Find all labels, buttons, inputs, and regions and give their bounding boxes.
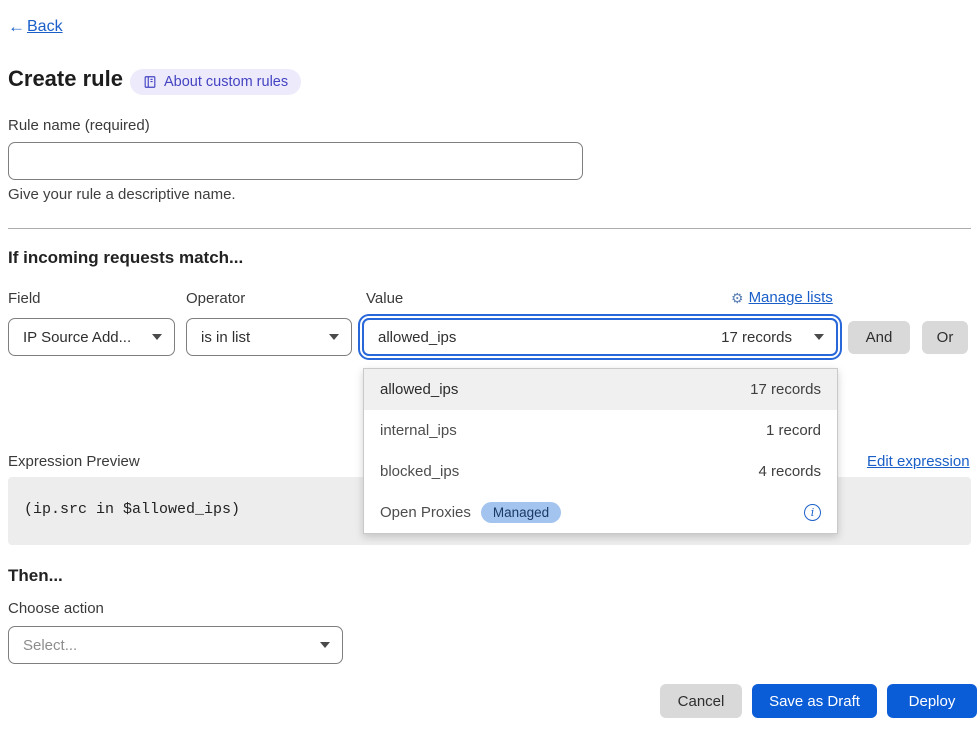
create-rule-page: ← Back Create rule About custom rules Ru…: [0, 0, 979, 739]
choose-action-label: Choose action: [8, 600, 104, 617]
field-select-value: IP Source Add...: [23, 329, 131, 346]
field-select[interactable]: IP Source Add...: [8, 318, 175, 356]
dropdown-option-open-proxies[interactable]: Open Proxies Managed i: [364, 492, 837, 533]
edit-expression-link[interactable]: Edit expression: [867, 453, 970, 470]
option-records: 4 records: [758, 463, 821, 480]
chevron-down-icon: [329, 334, 339, 340]
dropdown-option-allowed-ips[interactable]: allowed_ips 17 records: [364, 369, 837, 410]
back-link[interactable]: ← Back: [8, 17, 63, 37]
expression-preview-label: Expression Preview: [8, 453, 140, 470]
value-select[interactable]: allowed_ips 17 records: [362, 318, 838, 356]
field-label: Field: [8, 290, 41, 307]
back-label: Back: [27, 18, 63, 36]
deploy-button[interactable]: Deploy: [887, 684, 977, 718]
chevron-down-icon: [152, 334, 162, 340]
action-select-placeholder: Select...: [23, 637, 77, 654]
dropdown-option-internal-ips[interactable]: internal_ips 1 record: [364, 410, 837, 451]
operator-select[interactable]: is in list: [186, 318, 352, 356]
option-records: 17 records: [750, 381, 821, 398]
option-records: 1 record: [766, 422, 821, 439]
action-select[interactable]: Select...: [8, 626, 343, 664]
value-select-value: allowed_ips: [378, 329, 456, 346]
rule-name-input[interactable]: [8, 142, 583, 180]
about-custom-rules-label: About custom rules: [164, 74, 288, 90]
managed-badge: Managed: [481, 502, 561, 523]
value-dropdown-panel: allowed_ips 17 records internal_ips 1 re…: [363, 368, 838, 534]
option-name: blocked_ips: [380, 463, 459, 480]
rule-name-label: Rule name (required): [8, 117, 150, 134]
info-icon[interactable]: i: [804, 504, 821, 521]
value-label: Value: [366, 290, 403, 307]
cancel-button[interactable]: Cancel: [660, 684, 742, 718]
option-name: Open Proxies: [380, 504, 471, 521]
and-button[interactable]: And: [848, 321, 910, 354]
operator-label: Operator: [186, 290, 245, 307]
option-name: allowed_ips: [380, 381, 458, 398]
operator-select-value: is in list: [201, 329, 250, 346]
page-title: Create rule: [8, 66, 123, 92]
about-custom-rules-link[interactable]: About custom rules: [130, 69, 301, 95]
save-as-draft-button[interactable]: Save as Draft: [752, 684, 877, 718]
then-section-heading: Then...: [8, 566, 63, 586]
chevron-down-icon: [320, 642, 330, 648]
dropdown-option-blocked-ips[interactable]: blocked_ips 4 records: [364, 451, 837, 492]
book-icon: [143, 75, 157, 89]
manage-lists-label: Manage lists: [749, 289, 833, 306]
or-button[interactable]: Or: [922, 321, 968, 354]
expression-code: (ip.src in $allowed_ips): [24, 501, 240, 518]
gear-icon: ⚙: [731, 291, 744, 305]
manage-lists-link[interactable]: ⚙ Manage lists: [731, 289, 833, 306]
value-select-records: 17 records: [721, 329, 792, 346]
rule-name-helper: Give your rule a descriptive name.: [8, 186, 236, 203]
back-arrow-icon: ←: [8, 17, 25, 37]
chevron-down-icon: [814, 334, 824, 340]
option-name: internal_ips: [380, 422, 457, 439]
match-section-heading: If incoming requests match...: [8, 248, 243, 268]
section-divider: [8, 228, 971, 229]
